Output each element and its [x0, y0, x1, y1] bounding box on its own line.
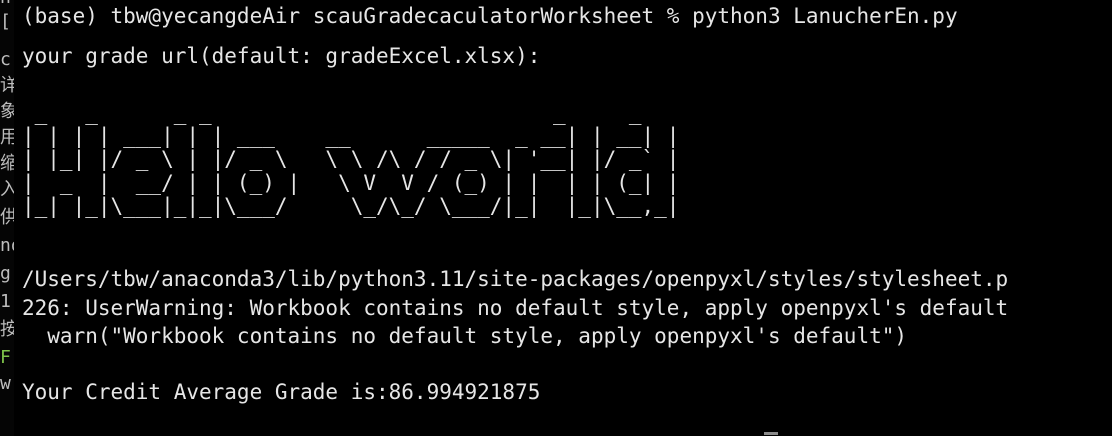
- gutter-fragment: 象: [0, 101, 14, 122]
- gutter-fragment: 缩: [0, 153, 14, 174]
- gutter-fragment: 用: [0, 127, 14, 148]
- gutter-fragment: g: [0, 263, 11, 284]
- gutter-fragment: 详: [0, 75, 14, 96]
- result-line: Your Credit Average Grade is:86.99492187…: [22, 380, 541, 404]
- warning-path-line: /Users/tbw/anaconda3/lib/python3.11/site…: [22, 267, 1009, 291]
- left-gutter: n[ c详象用缩入供 no g 1 按Fw(: [0, 0, 14, 436]
- gutter-fragment: w(: [0, 373, 14, 394]
- gutter-fragment: n: [0, 0, 14, 10]
- gutter-fragment: 供: [0, 207, 14, 228]
- gutter-fragment: 按: [0, 319, 14, 340]
- terminal-window[interactable]: n[ c详象用缩入供 no g 1 按Fw( (base) tbw@yecangdeAir…: [0, 0, 1112, 436]
- gutter-fragment: [: [0, 11, 11, 32]
- gutter-fragment: no: [0, 235, 14, 256]
- warning-text-line: 226: UserWarning: Workbook contains no d…: [22, 296, 1009, 320]
- gutter-fragment: 1: [0, 291, 11, 312]
- terminal-cursor: [764, 432, 778, 435]
- command-prompt-line: (base) tbw@yecangdeAir scauGradecaculato…: [22, 4, 958, 28]
- hello-world-ascii-art: _ _ _ _ _ _ | | | | ___| | | ___ __ ____…: [22, 101, 680, 218]
- input-prompt-line: your grade url(default: gradeExcel.xlsx)…: [22, 44, 541, 68]
- gutter-fragment: 入: [0, 179, 14, 200]
- gutter-fragment: F: [0, 347, 11, 368]
- gutter-fragment: c: [0, 49, 11, 70]
- warn-call-line: warn("Workbook contains no default style…: [22, 324, 908, 348]
